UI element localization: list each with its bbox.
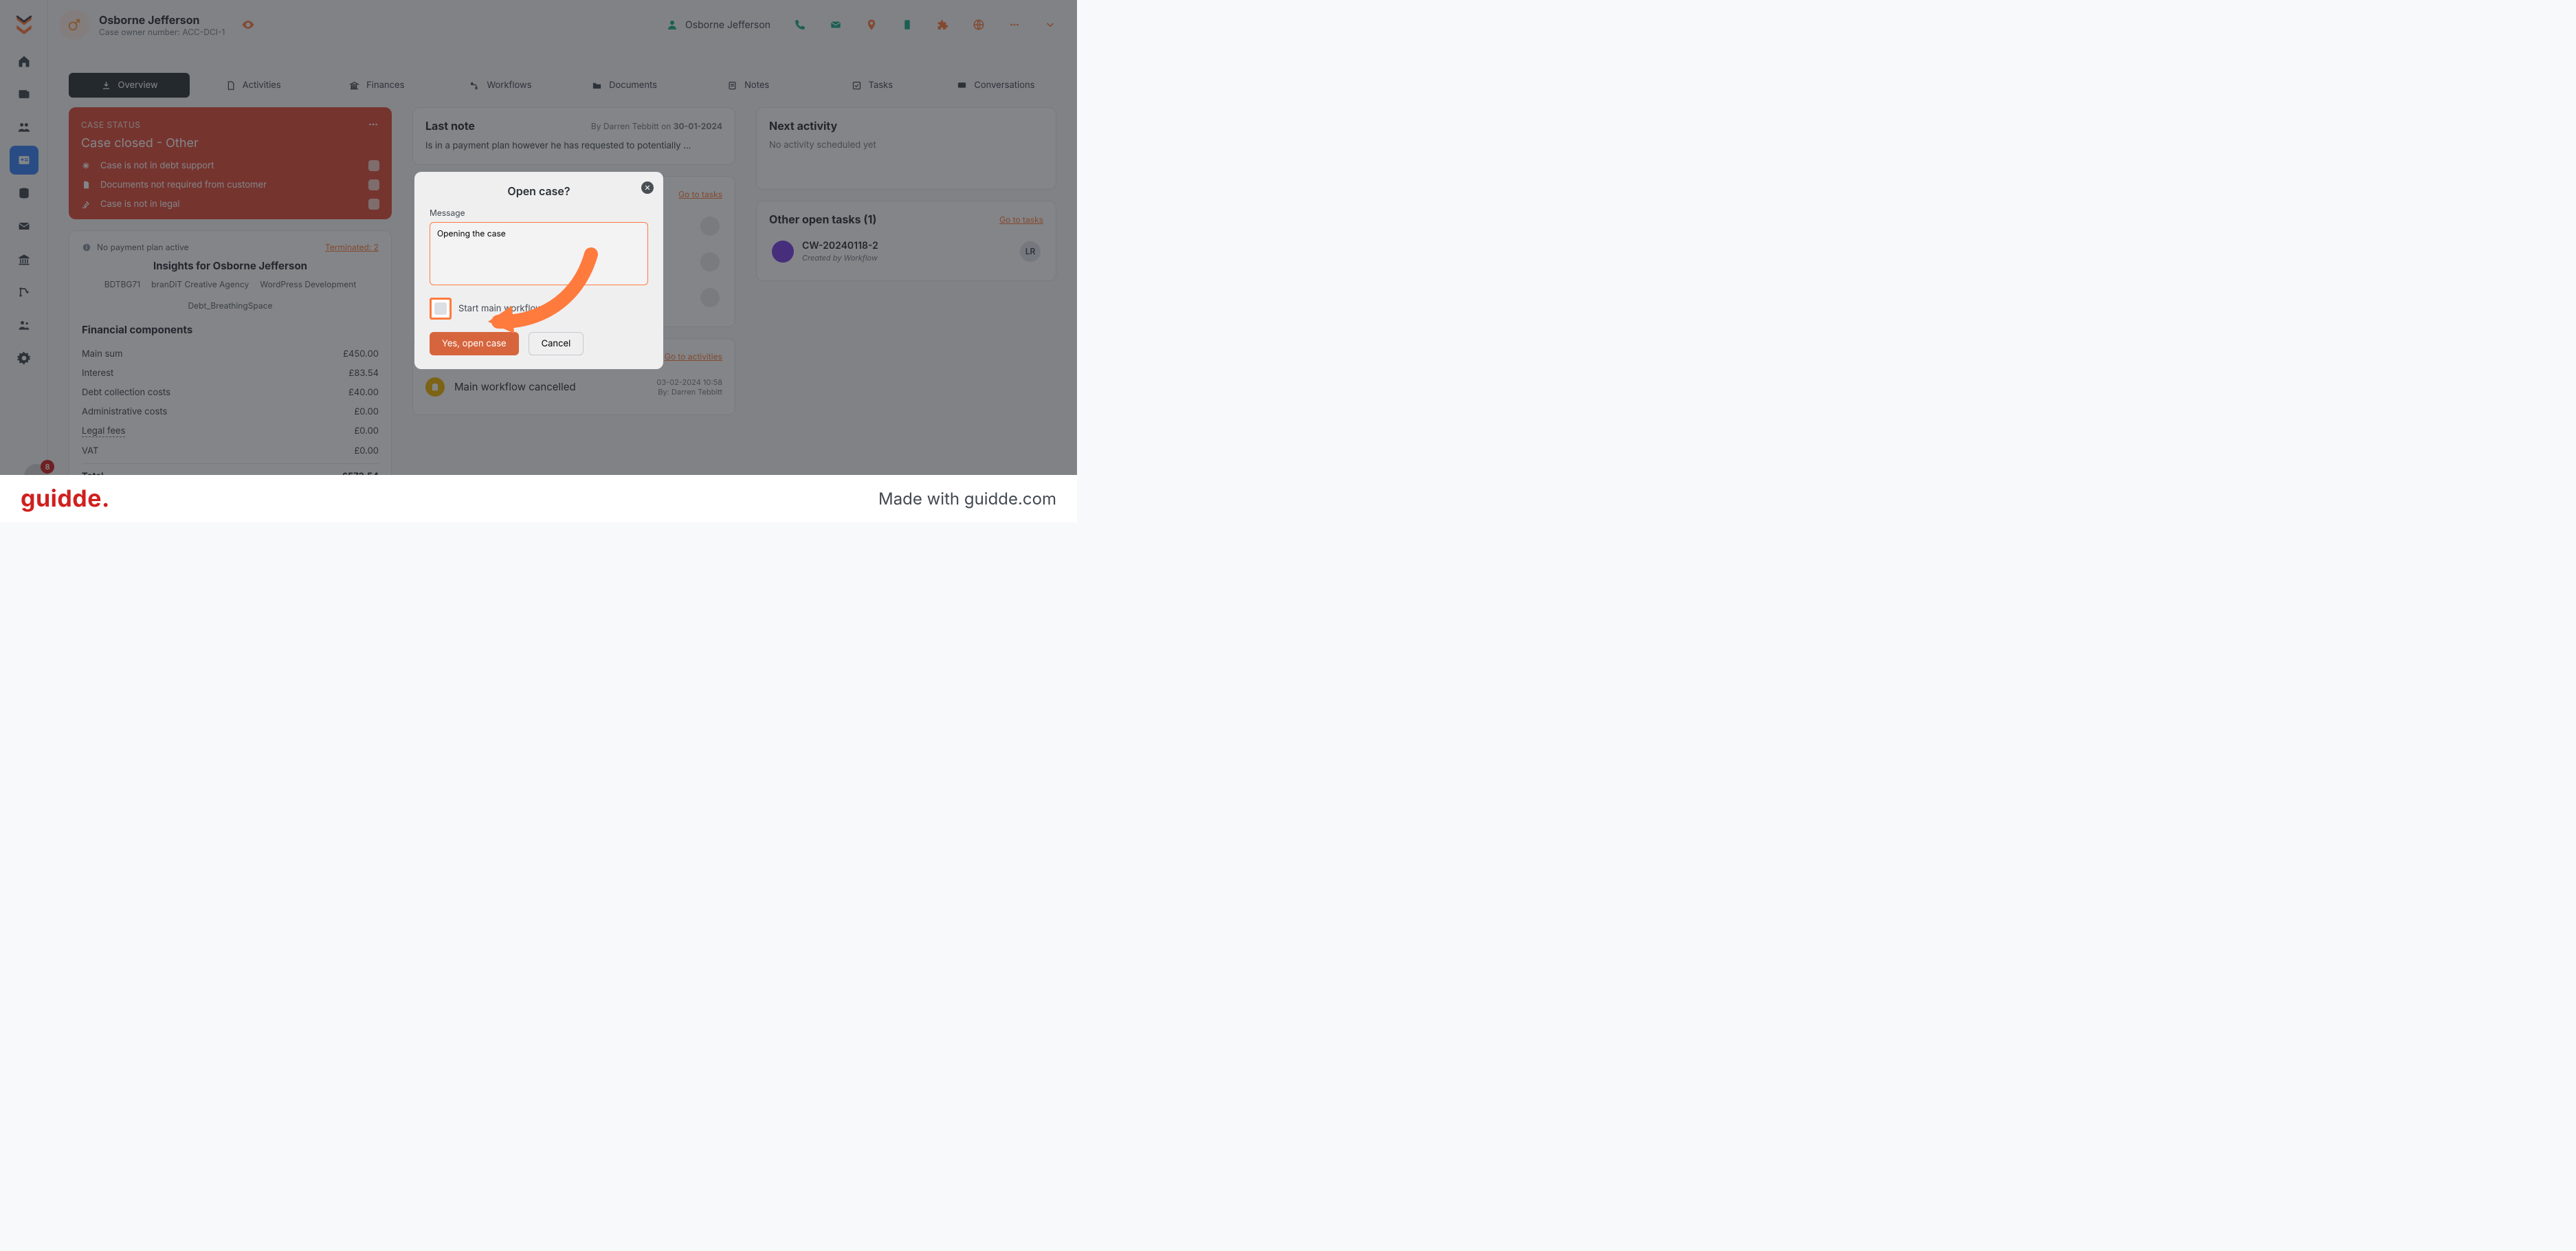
confirm-open-case-button[interactable]: Yes, open case [430,332,519,355]
guidde-footer: guidde Made with guidde.com [0,475,1077,522]
guidde-logo: guidde [21,485,110,513]
modal-close-button[interactable]: ✕ [641,181,654,194]
message-textarea[interactable] [430,222,648,285]
open-case-modal: ✕ Open case? Message Start main workflow… [414,172,663,369]
modal-title: Open case? [430,184,648,198]
message-label: Message [430,208,648,218]
cancel-button[interactable]: Cancel [529,332,584,355]
modal-overlay: ✕ Open case? Message Start main workflow… [0,0,1077,522]
start-workflow-checkbox-row: Start main workflow [430,298,648,320]
made-with-text: Made with guidde.com [878,489,1056,509]
start-workflow-checkbox[interactable] [430,298,452,320]
start-workflow-label: Start main workflow [458,303,543,314]
